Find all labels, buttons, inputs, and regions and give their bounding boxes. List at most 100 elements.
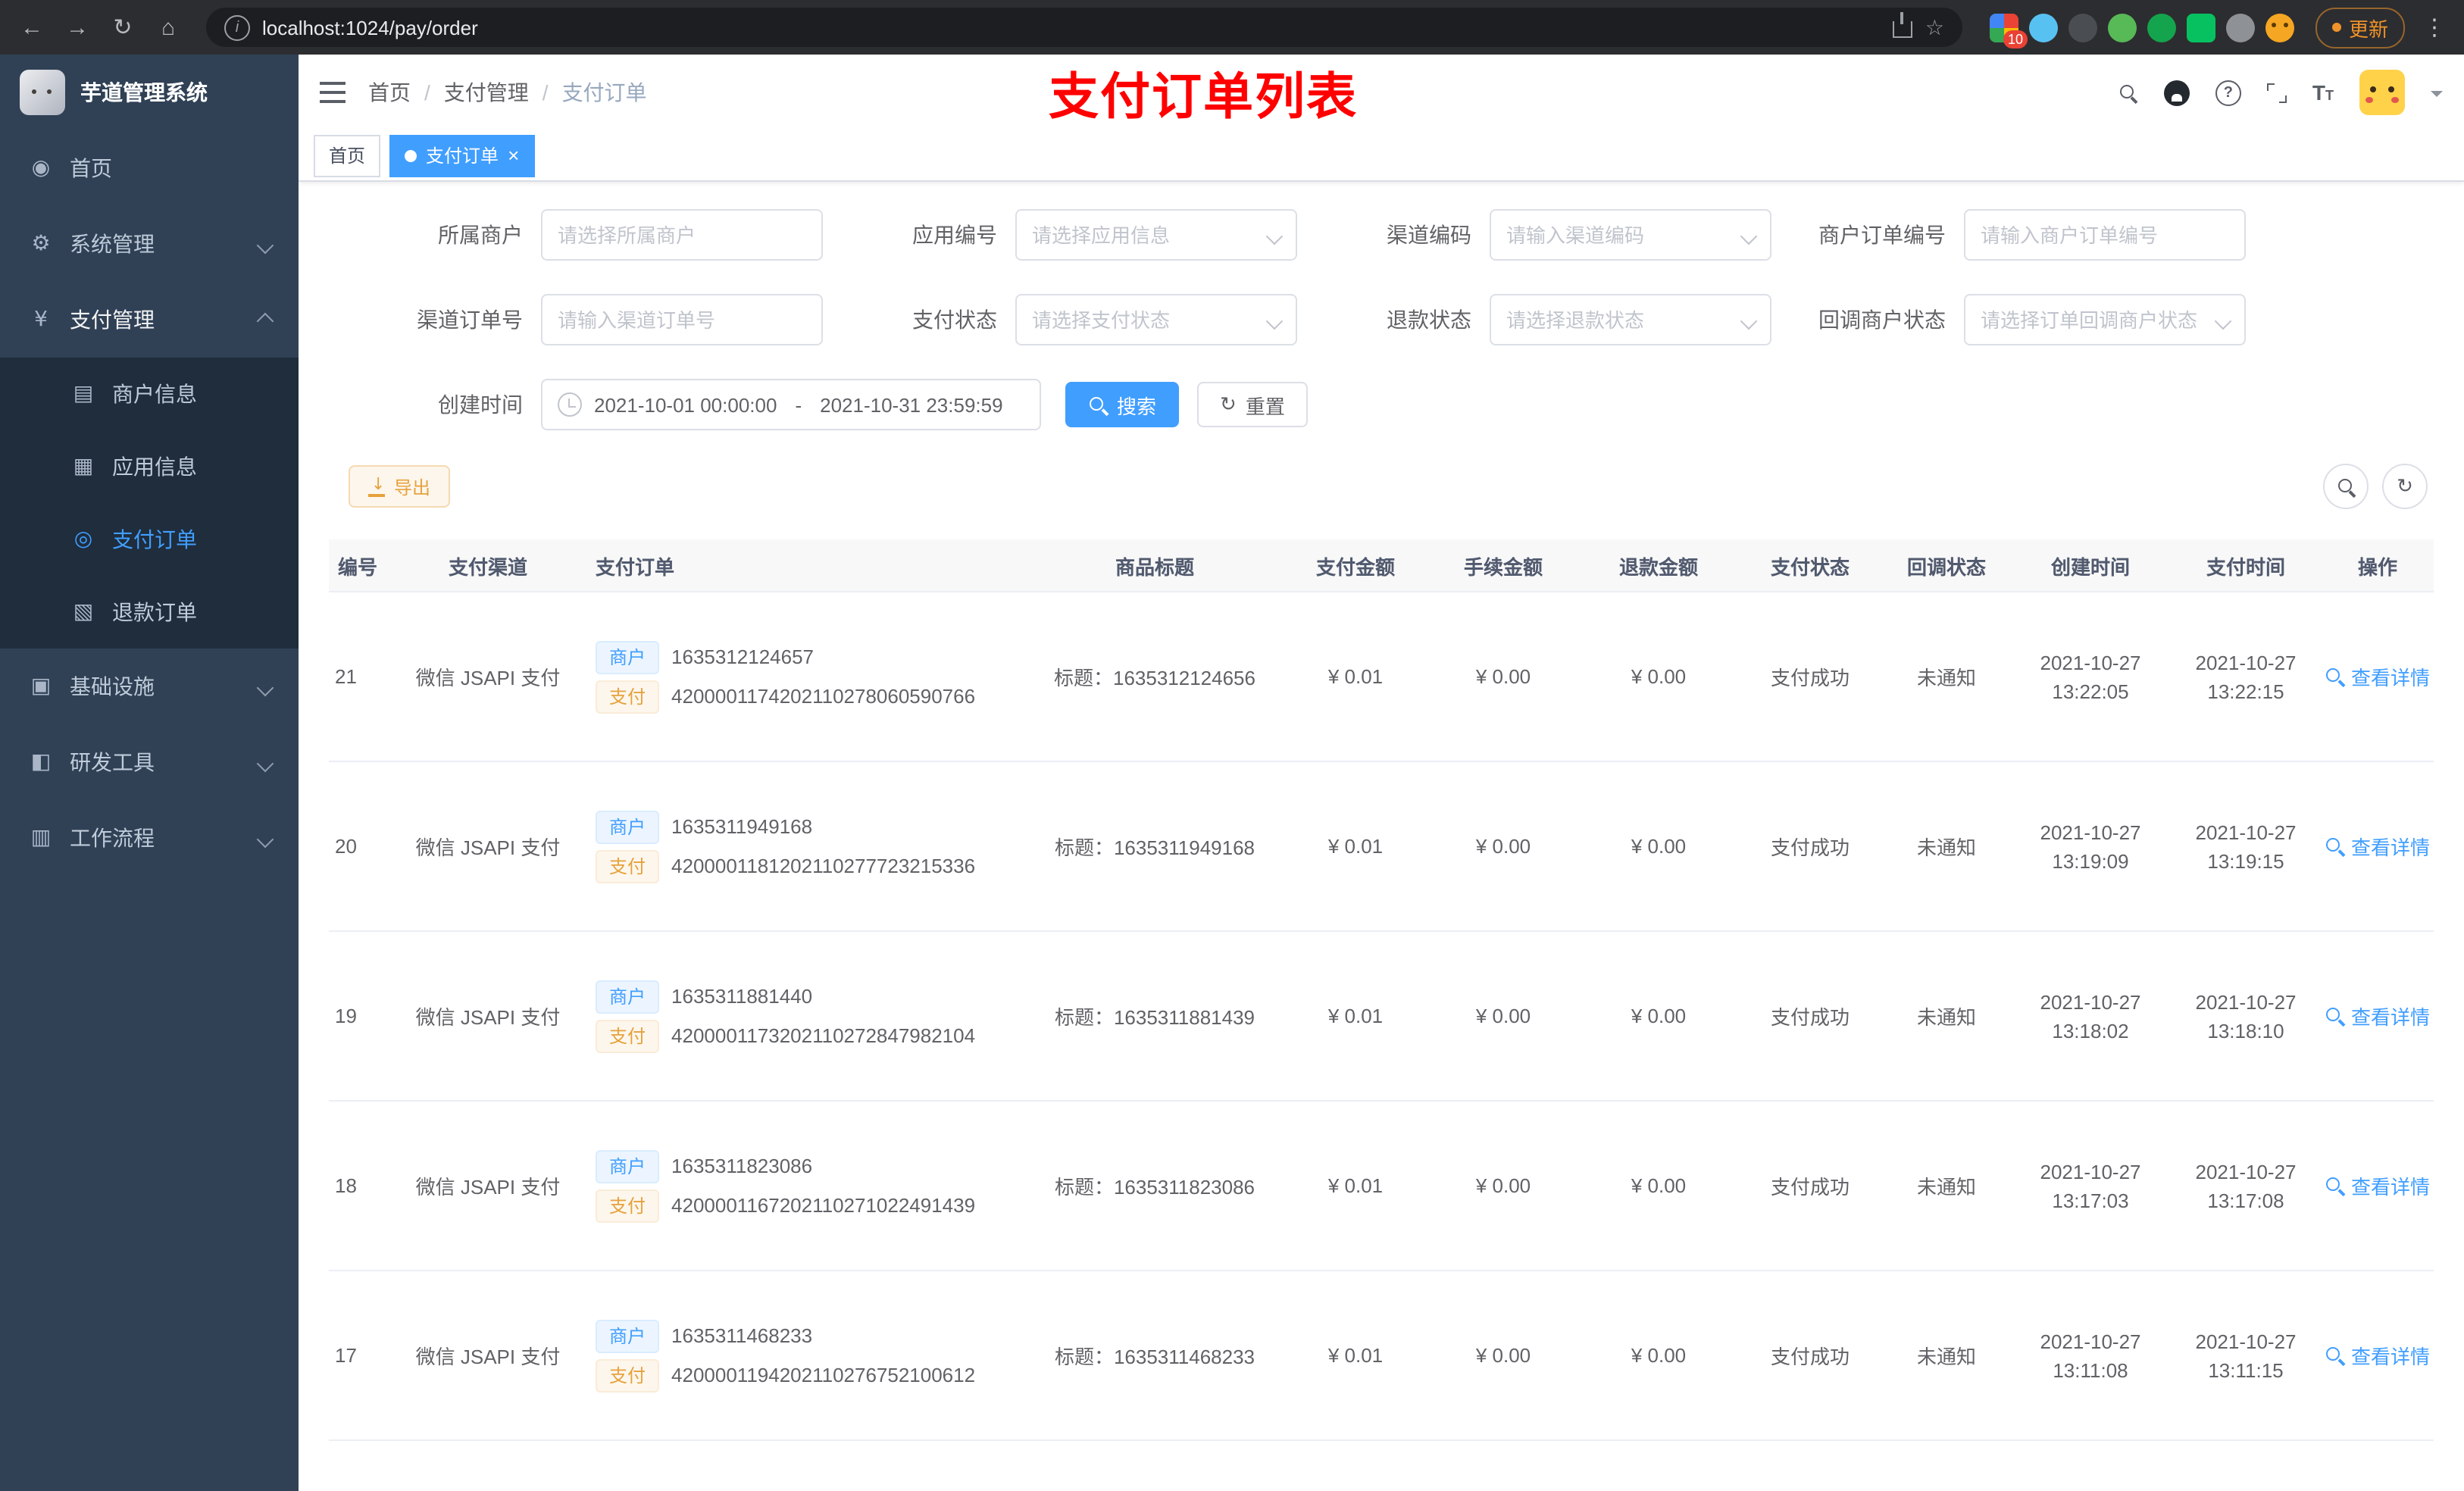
hamburger-icon[interactable] bbox=[320, 82, 346, 103]
pay-order-no: 4200001167202110271022491439 bbox=[671, 1194, 976, 1217]
refund-status-input[interactable] bbox=[1506, 308, 1755, 331]
extension-icon[interactable] bbox=[2147, 13, 2176, 42]
cell-notify: 未通知 bbox=[1916, 667, 1976, 689]
date-end[interactable]: 2021-10-31 23:59:59 bbox=[820, 393, 1002, 416]
app-select[interactable] bbox=[1015, 209, 1297, 261]
search-button[interactable]: 搜索 bbox=[1065, 382, 1180, 427]
extension-icon[interactable] bbox=[2265, 13, 2294, 42]
browser-home-icon[interactable]: ⌂ bbox=[149, 8, 188, 47]
pay-status-input[interactable] bbox=[1032, 308, 1280, 331]
create-date: 2021-10-27 bbox=[2040, 1330, 2141, 1352]
sidebar-item-refund-order[interactable]: ▧ 退款订单 bbox=[0, 576, 299, 649]
cell-refund: ¥ 0.00 bbox=[1631, 1344, 1687, 1367]
extension-icon[interactable] bbox=[2028, 13, 2058, 42]
view-detail-link[interactable]: 查看详情 bbox=[2325, 1002, 2430, 1030]
pay-date: 2021-10-27 bbox=[2195, 990, 2297, 1013]
pay-tag: 支付 bbox=[596, 849, 660, 883]
sidebar-item-app-info[interactable]: ▦ 应用信息 bbox=[0, 430, 299, 503]
col-header-order: 支付订单 bbox=[596, 555, 675, 578]
notify-status-input[interactable] bbox=[1981, 308, 2229, 331]
bookmark-star-icon[interactable]: ☆ bbox=[1925, 14, 1944, 40]
channel-code-input[interactable] bbox=[1506, 223, 1755, 246]
url-text[interactable]: localhost:1024/pay/order bbox=[262, 16, 1881, 39]
browser-update-button[interactable]: 更新 bbox=[2315, 7, 2405, 48]
pay-date: 2021-10-27 bbox=[2195, 1330, 2297, 1352]
date-start[interactable]: 2021-10-01 00:00:00 bbox=[594, 393, 777, 416]
address-bar[interactable]: i localhost:1024/pay/order ☆ bbox=[206, 8, 1962, 47]
create-time-range-picker[interactable]: 2021-10-01 00:00:00 - 2021-10-31 23:59:5… bbox=[541, 379, 1041, 430]
browser-menu-icon[interactable]: ⋮ bbox=[2417, 14, 2452, 41]
view-detail-link[interactable]: 查看详情 bbox=[2325, 1341, 2430, 1370]
font-size-icon[interactable] bbox=[2312, 80, 2334, 105]
github-icon[interactable] bbox=[2163, 80, 2190, 105]
filter-field-pay-status: 支付状态 bbox=[823, 294, 1297, 345]
sidebar-item-devtools[interactable]: ◧ 研发工具 bbox=[0, 724, 299, 800]
sidebar-item-infra[interactable]: ▣ 基础设施 bbox=[0, 649, 299, 724]
toggle-search-button[interactable] bbox=[2323, 464, 2369, 509]
cell-pay-time: 2021-10-27 13:22:15 bbox=[2170, 648, 2322, 705]
pay-time: 13:11:15 bbox=[2208, 1358, 2284, 1381]
extension-icon[interactable]: 10 bbox=[1989, 13, 2028, 48]
site-info-icon[interactable]: i bbox=[224, 14, 250, 40]
browser-forward-icon[interactable]: → bbox=[58, 8, 97, 47]
channel-order-no-field[interactable] bbox=[541, 294, 823, 345]
channel-code-select[interactable] bbox=[1490, 209, 1771, 261]
reset-button[interactable]: ↻ 重置 bbox=[1197, 382, 1308, 427]
channel-order-no-input[interactable] bbox=[558, 308, 806, 331]
cell-id: 17 bbox=[335, 1344, 357, 1367]
sidebar-menu: ◉ 首页 ⚙ 系统管理 ¥ 支付管理 ▤ 商户信息 ▦ 应用信息 ◎ 支付订单 … bbox=[0, 130, 299, 876]
user-avatar[interactable] bbox=[2359, 70, 2405, 115]
cell-channel: 微信 JSAPI 支付 bbox=[415, 1006, 561, 1029]
pay-tag: 支付 bbox=[596, 1019, 660, 1052]
share-icon[interactable] bbox=[1893, 12, 1913, 38]
view-detail-link[interactable]: 查看详情 bbox=[2325, 1171, 2430, 1200]
notify-status-select[interactable] bbox=[1964, 294, 2246, 345]
view-detail-link[interactable]: 查看详情 bbox=[2325, 662, 2430, 691]
refund-status-select[interactable] bbox=[1490, 294, 1771, 345]
magnifier-icon bbox=[2325, 667, 2345, 686]
sidebar-item-system[interactable]: ⚙ 系统管理 bbox=[0, 206, 299, 282]
merchant-order-no-field[interactable] bbox=[1964, 209, 2246, 261]
browser-back-icon[interactable]: ← bbox=[12, 8, 52, 47]
search-icon[interactable] bbox=[2118, 83, 2138, 102]
browser-reload-icon[interactable]: ↻ bbox=[103, 8, 142, 47]
sidebar-item-pay-order[interactable]: ◎ 支付订单 bbox=[0, 503, 299, 576]
tab-home[interactable]: 首页 bbox=[314, 134, 381, 177]
sidebar-logo[interactable]: 芋道管理系统 bbox=[0, 55, 299, 130]
sidebar-item-merchant-info[interactable]: ▤ 商户信息 bbox=[0, 358, 299, 430]
cell-notify: 未通知 bbox=[1916, 836, 1976, 859]
filter-label: 创建时间 bbox=[438, 392, 523, 417]
sidebar-item-workflow[interactable]: ▥ 工作流程 bbox=[0, 800, 299, 876]
sidebar-item-home[interactable]: ◉ 首页 bbox=[0, 130, 299, 206]
extension-icon[interactable] bbox=[2068, 13, 2097, 42]
col-header-title: 商品标题 bbox=[1115, 555, 1194, 578]
export-button-label: 导出 bbox=[394, 477, 431, 498]
tab-pay-order[interactable]: 支付订单 bbox=[389, 134, 535, 177]
sidebar-item-label: 系统管理 bbox=[70, 232, 155, 256]
breadcrumb-home[interactable]: 首页 bbox=[368, 77, 411, 108]
table-row: 19 微信 JSAPI 支付 商户 1635311881440 支付 42000… bbox=[329, 932, 2434, 1102]
dashboard-icon: ◉ bbox=[31, 156, 51, 180]
close-icon[interactable] bbox=[508, 145, 519, 165]
sidebar-item-pay[interactable]: ¥ 支付管理 bbox=[0, 282, 299, 358]
merchant-order-no-input[interactable] bbox=[1981, 223, 2229, 246]
breadcrumb-pay[interactable]: 支付管理 bbox=[444, 77, 529, 108]
question-icon[interactable] bbox=[2215, 80, 2241, 105]
view-detail-link[interactable]: 查看详情 bbox=[2325, 832, 2430, 861]
pay-status-select[interactable] bbox=[1015, 294, 1297, 345]
extension-icon[interactable] bbox=[2107, 13, 2137, 42]
merchant-order-no: 1635312124657 bbox=[671, 645, 815, 668]
filter-row: 渠道订单号 支付状态 退款状态 回调商户状态 bbox=[349, 294, 2434, 345]
merchant-input[interactable] bbox=[558, 223, 806, 246]
extension-icon[interactable] bbox=[2186, 13, 2215, 42]
pay-time: 13:19:15 bbox=[2207, 849, 2284, 872]
fullscreen-icon[interactable] bbox=[2266, 83, 2287, 102]
caret-down-icon[interactable] bbox=[2431, 91, 2443, 103]
create-time: 13:11:08 bbox=[2053, 1358, 2128, 1381]
merchant-select[interactable] bbox=[541, 209, 823, 261]
chevron-down-icon bbox=[256, 755, 274, 773]
export-button[interactable]: 导出 bbox=[349, 465, 451, 508]
refresh-table-button[interactable]: ↻ bbox=[2382, 464, 2428, 509]
app-input[interactable] bbox=[1032, 223, 1280, 246]
extensions-puzzle-icon[interactable] bbox=[2225, 13, 2255, 42]
